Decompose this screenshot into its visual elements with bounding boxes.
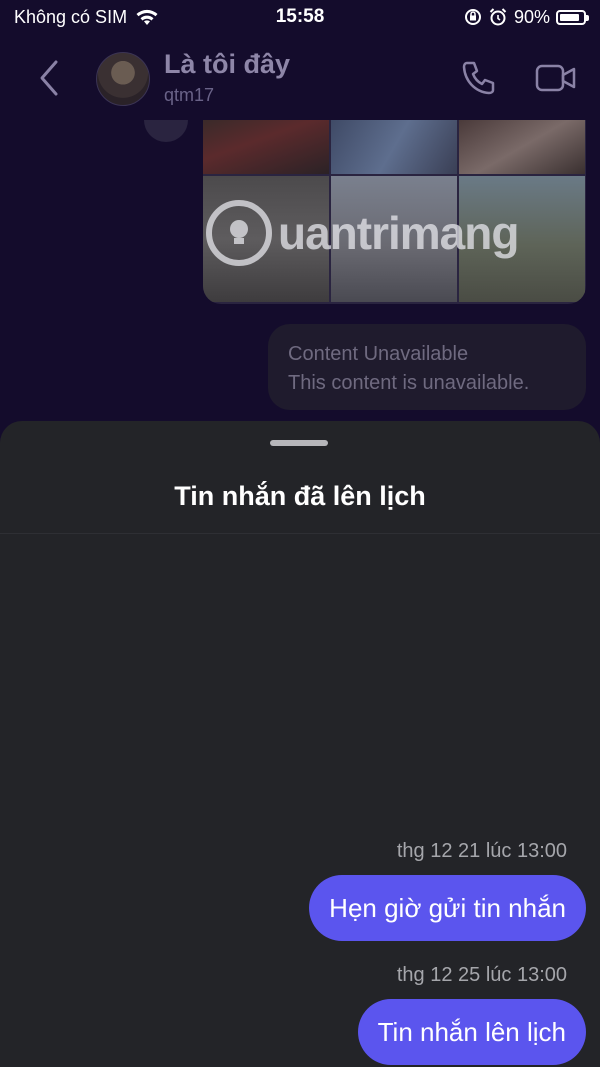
- scheduled-message-bubble[interactable]: Tin nhắn lên lịch: [357, 999, 586, 1065]
- rotation-lock-icon: [464, 9, 481, 25]
- scheduled-time: thg 12 25 lúc 13:00: [396, 964, 567, 986]
- phone-icon[interactable]: [458, 58, 498, 98]
- video-camera-icon[interactable]: [534, 60, 578, 96]
- photo-thumbnail[interactable]: [331, 120, 457, 174]
- sheet-grabber[interactable]: [270, 440, 328, 446]
- alarm-icon: [489, 8, 507, 26]
- unavailable-message-bubble: Content Unavailable This content is unav…: [268, 324, 586, 410]
- contact-name[interactable]: Là tôi đây: [164, 49, 290, 80]
- carrier-label: Không có SIM: [14, 6, 128, 27]
- photo-thumbnail[interactable]: [203, 120, 329, 174]
- battery-icon: [556, 9, 589, 25]
- battery-percent: 90%: [513, 6, 550, 27]
- status-bar: Không có SIM 15:58 90%: [0, 0, 600, 34]
- unavailable-title: Content Unavailable: [288, 343, 469, 365]
- unavailable-body: This content is unavailable.: [288, 372, 530, 394]
- divider: [0, 533, 600, 534]
- photo-thumbnail[interactable]: [459, 120, 585, 174]
- scheduled-messages-sheet: Tin nhắn đã lên lịch thg 12 21 lúc 13:00…: [0, 421, 600, 1067]
- avatar[interactable]: [96, 52, 150, 106]
- watermark: uantrimang: [206, 188, 566, 278]
- watermark-text: uantrimang: [278, 207, 519, 259]
- lightbulb-icon: [206, 200, 272, 266]
- chat-header: Là tôi đây qtm17: [0, 40, 600, 116]
- scheduled-time: thg 12 21 lúc 13:00: [396, 840, 567, 862]
- wifi-icon: [136, 9, 158, 25]
- back-icon[interactable]: [34, 58, 64, 98]
- contact-username: qtm17: [164, 85, 215, 105]
- sender-avatar: [144, 120, 188, 142]
- scheduled-message-bubble[interactable]: Hẹn giờ gửi tin nhắn: [309, 875, 586, 941]
- sheet-title: Tin nhắn đã lên lịch: [174, 481, 426, 511]
